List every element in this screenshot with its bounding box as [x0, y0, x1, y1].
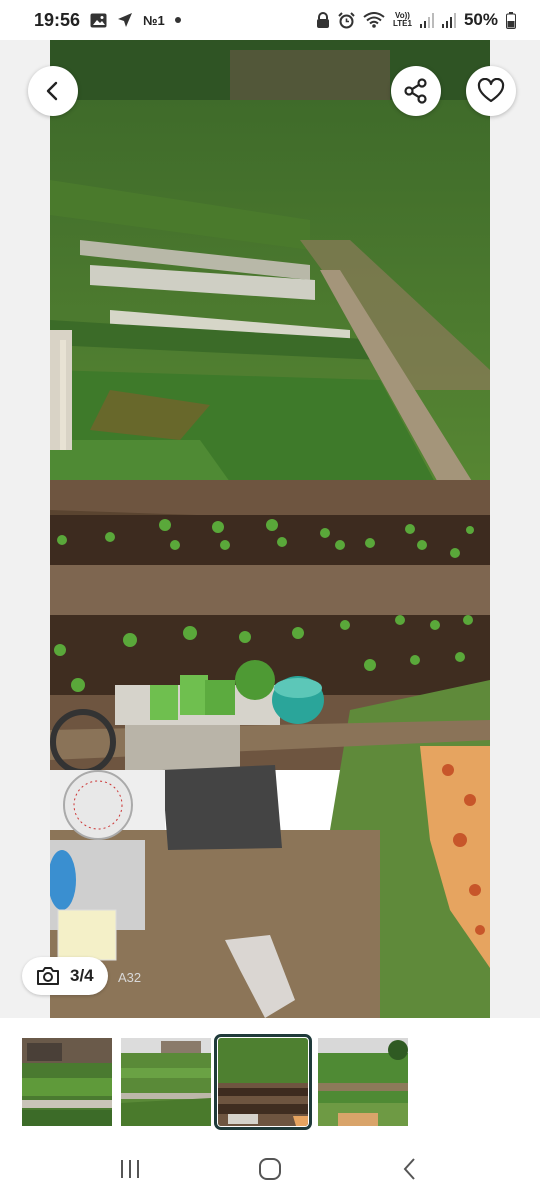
status-bar: 19:56 №1 Vo)) LTE1 50%	[0, 0, 540, 40]
recent-apps-button[interactable]	[110, 1149, 150, 1189]
location-arrow-icon	[117, 12, 133, 28]
chevron-left-icon	[42, 80, 64, 102]
battery-percent: 50%	[463, 10, 498, 29]
wifi-icon	[363, 12, 385, 28]
photo-caption: A32	[118, 970, 141, 985]
camera-icon	[36, 966, 60, 986]
thumbnail-1[interactable]	[22, 1038, 112, 1126]
back-icon	[400, 1157, 420, 1181]
share-icon	[403, 78, 429, 104]
thumbnail-4[interactable]	[318, 1038, 408, 1126]
volte-indicator: Vo)) LTE1	[393, 11, 412, 28]
counter-text: 3/4	[70, 966, 94, 985]
home-button[interactable]	[250, 1149, 290, 1189]
main-photo[interactable]: A32	[50, 40, 490, 1018]
thumbnail-strip	[0, 1030, 540, 1134]
carrier-tag: №1	[143, 12, 165, 28]
thumbnail-2[interactable]	[121, 1038, 211, 1126]
viewer-gutter-right	[490, 40, 540, 1018]
signal-icon	[419, 12, 434, 28]
dot-icon	[174, 17, 181, 23]
recent-apps-icon	[119, 1158, 141, 1180]
back-button[interactable]	[28, 66, 78, 116]
alarm-clock-icon	[338, 11, 355, 29]
signal-icon-2	[441, 12, 456, 28]
status-time: 19:56	[34, 9, 81, 30]
photo-viewer[interactable]: A32 3/4	[0, 40, 540, 1018]
battery-icon	[506, 11, 516, 29]
share-button[interactable]	[391, 66, 441, 116]
system-nav-bar	[0, 1138, 540, 1200]
photo-counter: 3/4	[22, 957, 108, 995]
thumbnail-3[interactable]	[214, 1034, 312, 1130]
favorite-button[interactable]	[466, 66, 516, 116]
image-icon	[90, 13, 107, 28]
home-icon	[258, 1157, 282, 1181]
system-back-button[interactable]	[390, 1149, 430, 1189]
viewer-gutter-left	[0, 40, 50, 1018]
alarm-lock-icon	[316, 12, 330, 28]
heart-icon	[477, 78, 505, 104]
